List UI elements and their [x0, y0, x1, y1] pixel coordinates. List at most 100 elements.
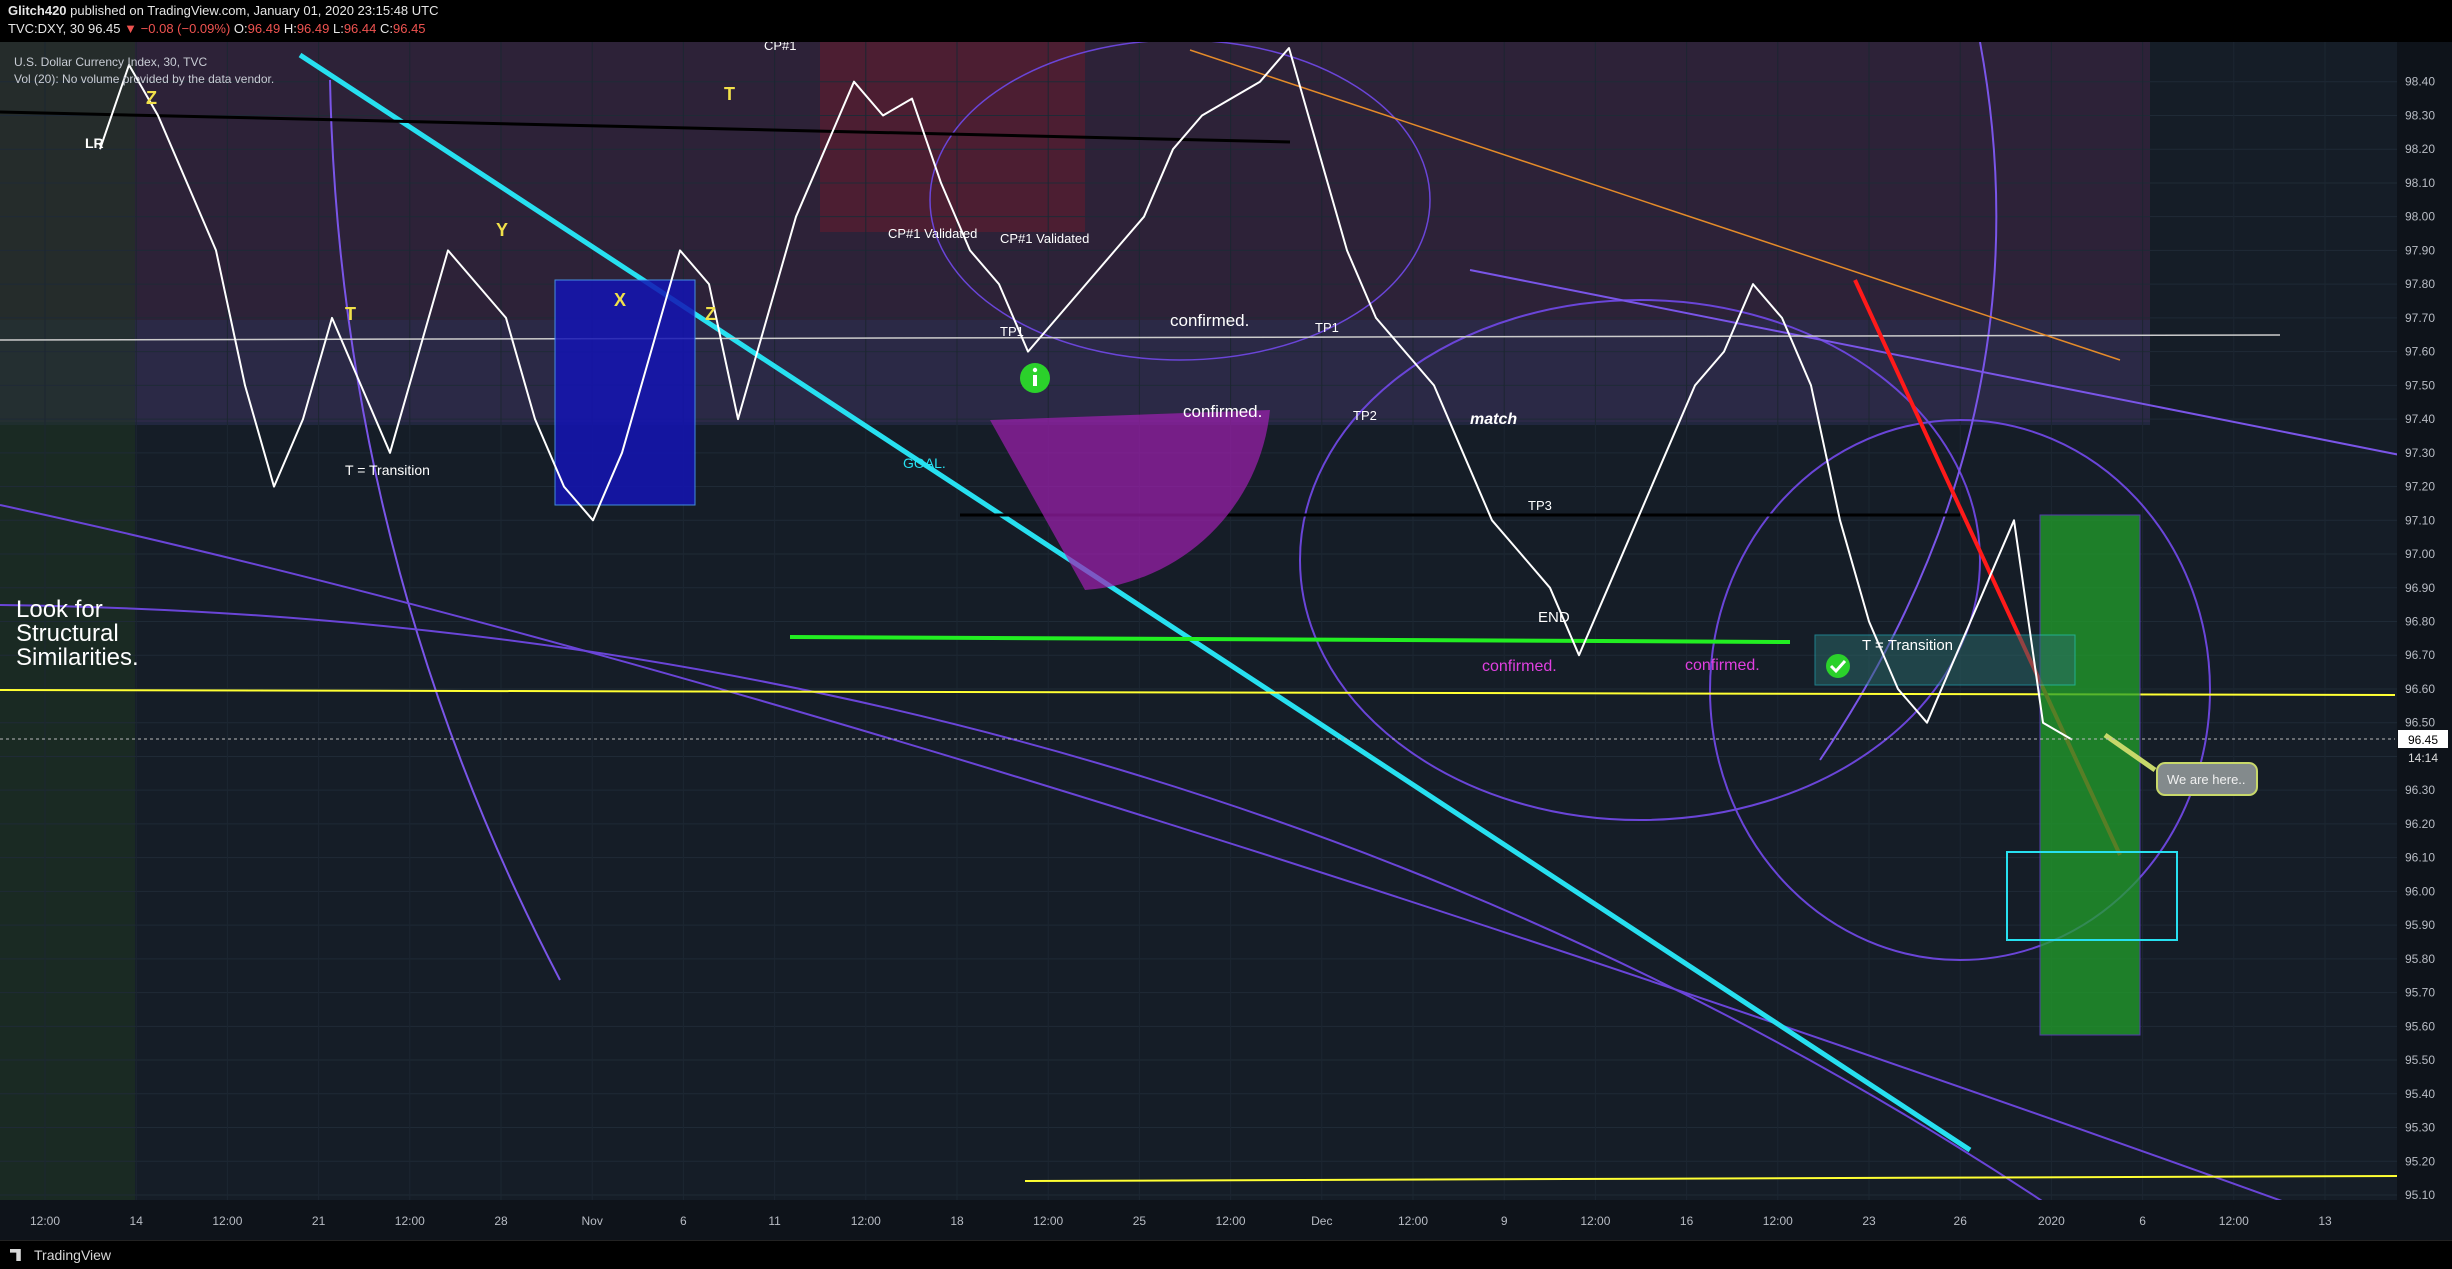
low-value: 96.44: [343, 21, 377, 36]
y-tick-label: 95.70: [2405, 986, 2435, 1000]
x-tick-label: 12:00: [30, 1214, 60, 1228]
y-tick-label: 97.20: [2405, 480, 2435, 494]
label-tp2: TP2: [1353, 408, 1377, 423]
y-tick-label: 97.60: [2405, 345, 2435, 359]
x-tick-label: 25: [1133, 1214, 1147, 1228]
high-label: H:: [283, 21, 297, 36]
checkmark-icon: [1826, 654, 1850, 678]
y-tick-label: 95.90: [2405, 918, 2435, 932]
y-tick-label: 98.20: [2405, 142, 2435, 156]
label-goal: GOAL.: [903, 455, 946, 471]
x-tick-label: 6: [2139, 1214, 2146, 1228]
y-tick-label: 97.10: [2405, 513, 2435, 527]
label-cp1-validated-1: CP#1 Validated: [888, 226, 977, 241]
y-tick-label: 97.80: [2405, 277, 2435, 291]
x-tick-label: 21: [312, 1214, 326, 1228]
y-tick-label: 97.40: [2405, 412, 2435, 426]
label-transition-2: T = Transition: [1862, 637, 1953, 654]
high-value: 96.49: [296, 21, 330, 36]
y-tick-label: 95.30: [2405, 1121, 2435, 1135]
label-match: match: [1470, 411, 1517, 428]
x-tick-label: 12:00: [2219, 1214, 2249, 1228]
y-tick-label: 97.50: [2405, 378, 2435, 392]
x-tick-label: 12:00: [851, 1214, 881, 1228]
change-down-icon: ▼: [124, 21, 138, 36]
x-tick-label: 12:00: [395, 1214, 425, 1228]
structural-note: Look for Structural Similarities.: [16, 596, 139, 671]
label-we-are-here: We are here..: [2167, 772, 2246, 787]
x-tick-label: Dec: [1311, 1214, 1332, 1228]
x-tick-label: 26: [1954, 1214, 1968, 1228]
label-confirmed-4: confirmed.: [1685, 657, 1760, 674]
y-tick-label: 96.70: [2405, 648, 2435, 662]
price-chart[interactable]: LR Z T Y X Z T T = Transition CP#1 CP#1 …: [0, 42, 2452, 1242]
label-z-2: Z: [705, 304, 716, 324]
label-cp1: CP#1: [764, 42, 797, 53]
y-tick-label: 96.30: [2405, 783, 2435, 797]
label-lr: LR: [85, 135, 104, 151]
label-tp3: TP3: [1528, 498, 1552, 513]
price-change: −0.08 (−0.09%): [140, 21, 231, 36]
x-tick-label: 12:00: [1398, 1214, 1428, 1228]
y-tick-label: 98.40: [2405, 75, 2435, 89]
y-tick-label: 98.00: [2405, 210, 2435, 224]
y-tick-label: 96.50: [2405, 716, 2435, 730]
legend-title: U.S. Dollar Currency Index, 30, TVC: [14, 55, 208, 69]
label-confirmed-2: confirmed.: [1183, 402, 1262, 421]
label-x: X: [614, 290, 626, 310]
y-tick-label: 95.10: [2405, 1188, 2435, 1202]
publisher-line: Glitch420 published on TradingView.com, …: [8, 3, 439, 18]
x-tick-label: 11: [768, 1214, 781, 1228]
y-tick-label: 97.30: [2405, 446, 2435, 460]
x-tick-label: 12:00: [1033, 1214, 1063, 1228]
green-target-box: [2039, 514, 2141, 1036]
x-tick-label: 13: [2318, 1214, 2332, 1228]
y-tick-label: 98.30: [2405, 108, 2435, 122]
x-tick-label: 9: [1501, 1214, 1508, 1228]
symbol-name: TVC:DXY, 30: [8, 21, 85, 36]
x-tick-label: 6: [680, 1214, 687, 1228]
x-tick-label: Nov: [582, 1214, 603, 1228]
label-t-1: T: [345, 304, 356, 324]
x-tick-label: 28: [494, 1214, 508, 1228]
x-tick-label: 12:00: [1216, 1214, 1246, 1228]
blue-box: [554, 279, 696, 506]
current-price-label: 96.45: [2408, 733, 2438, 747]
last-price: 96.45: [87, 21, 121, 36]
footer-bar: TradingView: [0, 1240, 2452, 1269]
label-end: END: [1538, 609, 1570, 626]
legend-volume-note: Vol (20): No volume provided by the data…: [14, 72, 275, 86]
info-icon-stem: [1033, 375, 1037, 386]
y-tick-label: 96.10: [2405, 851, 2435, 865]
y-tick-label: 96.00: [2405, 884, 2435, 898]
y-tick-label: 97.90: [2405, 243, 2435, 257]
countdown-label: 14:14: [2408, 751, 2438, 765]
tradingview-brand: TradingView: [34, 1247, 112, 1263]
label-transition-1: T = Transition: [345, 462, 430, 478]
x-tick-label: 23: [1862, 1214, 1876, 1228]
x-tick-label: 18: [950, 1214, 964, 1228]
y-tick-label: 95.80: [2405, 952, 2435, 966]
label-tp1-2: TP1: [1315, 320, 1339, 335]
x-tick-label: 12:00: [1580, 1214, 1610, 1228]
symbol-legend: U.S. Dollar Currency Index, 30, TVC Vol …: [14, 54, 274, 88]
publish-header: Glitch420 published on TradingView.com, …: [0, 0, 2452, 42]
x-tick-label: 12:00: [1763, 1214, 1793, 1228]
label-cp1-validated-2: CP#1 Validated: [1000, 231, 1089, 246]
label-z-1: Z: [146, 88, 157, 108]
x-tick-label: 16: [1680, 1214, 1694, 1228]
tradingview-logo-icon: [10, 1249, 21, 1261]
label-t-2: T: [724, 84, 735, 104]
author-name[interactable]: Glitch420: [8, 3, 67, 18]
y-tick-label: 98.10: [2405, 176, 2435, 190]
y-tick-label: 95.50: [2405, 1053, 2435, 1067]
x-tick-label: 14: [130, 1214, 144, 1228]
symbol-line: TVC:DXY, 30 96.45 ▼ −0.08 (−0.09%) O:96.…: [8, 21, 426, 36]
published-text: published on TradingView.com, January 01…: [70, 3, 439, 18]
label-y: Y: [496, 220, 508, 240]
close-label: C:: [380, 21, 393, 36]
y-tick-label: 96.60: [2405, 682, 2435, 696]
x-tick-label: 2020: [2038, 1214, 2065, 1228]
tradingview-logo[interactable]: TradingView: [10, 1247, 111, 1263]
y-tick-label: 95.20: [2405, 1154, 2435, 1168]
